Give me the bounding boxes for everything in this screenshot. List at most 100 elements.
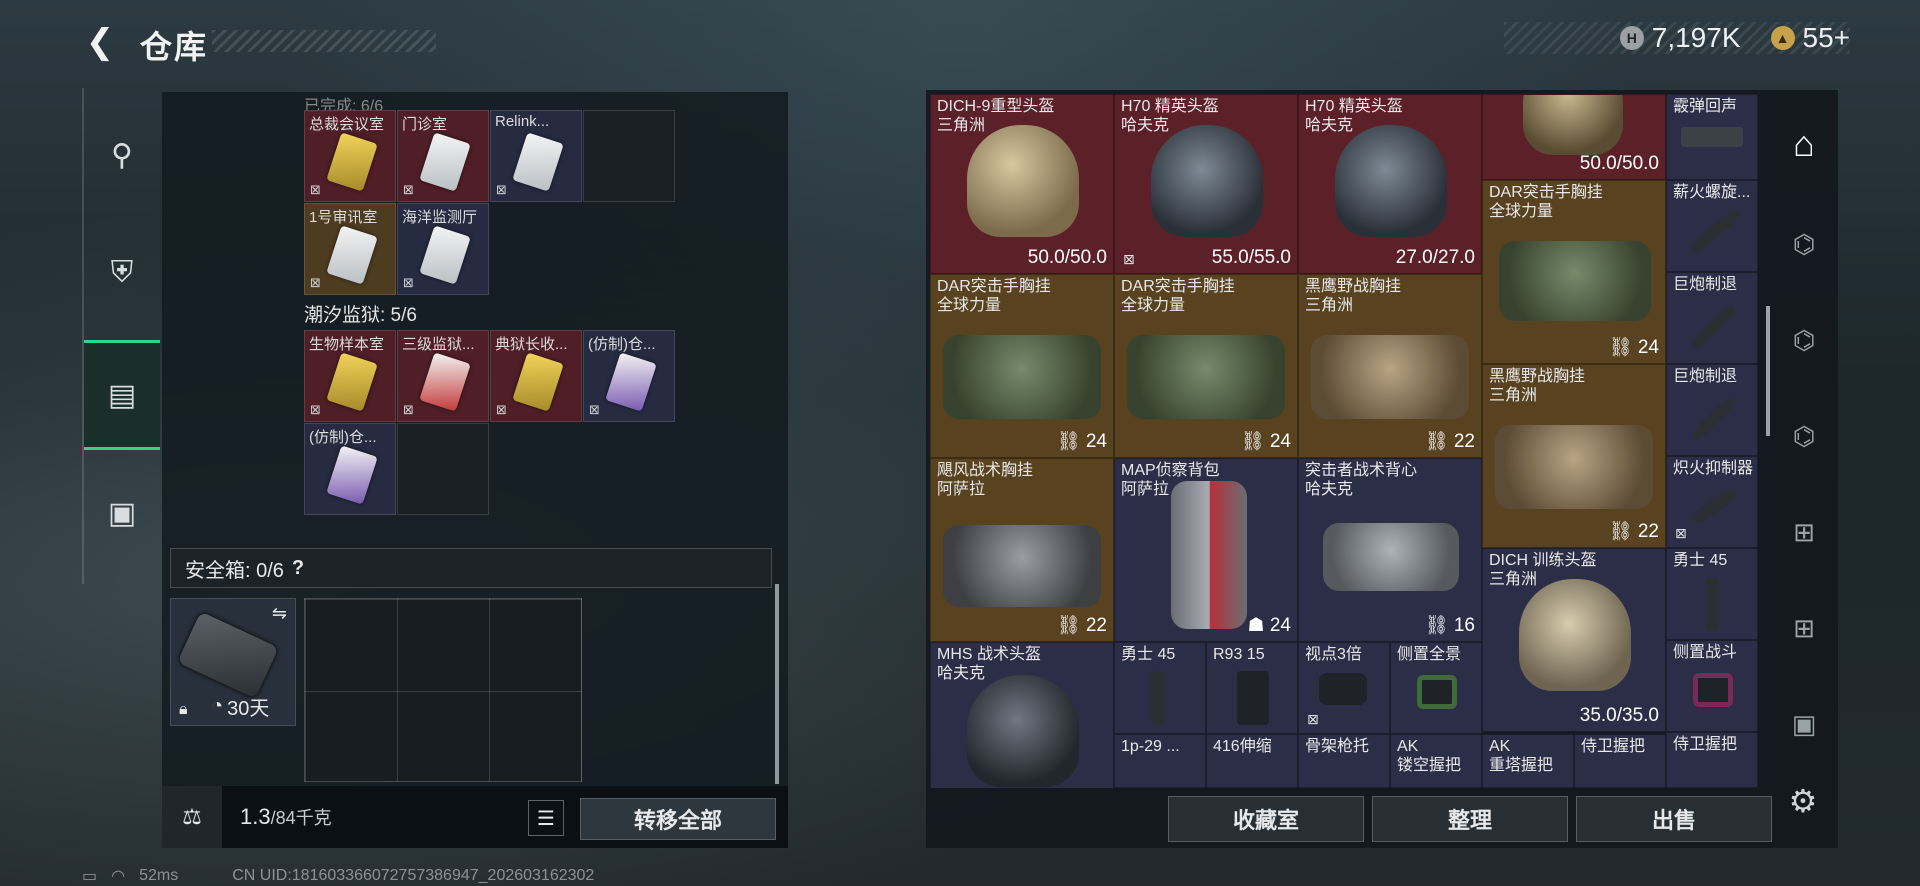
nav-keycards[interactable]: ▤ [84,340,160,450]
inventory-item[interactable]: 巨炮制退 [1666,272,1758,364]
keycard-cell[interactable]: (仿制)仓... ⊠ [583,330,675,422]
tab-add-2[interactable]: ⊞ [1772,578,1836,678]
keycard-cell[interactable]: 典狱长收... ⊠ [490,330,582,422]
keycard-cell[interactable]: 海洋监测厅 ⊠ [397,203,489,295]
currency-bar: H 7,197K ▲ 55+ [1504,22,1850,54]
list-view-button[interactable]: ☰ [528,800,564,836]
inventory-item[interactable]: DAR突击手胸挂 全球力量 ⛓ 24 [1482,180,1666,364]
tab-vest[interactable]: ⌬ [1772,386,1836,486]
lock-icon: 🔒︎ [179,701,188,718]
inventory-item[interactable]: 侍卫握把 [1666,732,1758,788]
tab-armor[interactable]: ⌬ [1772,290,1836,390]
inventory-item[interactable]: MAP侦察背包 阿萨拉 ☗ 24 [1114,458,1298,642]
group-header-cut: 已完成: 6/6 [304,98,384,112]
left-scrollbar[interactable] [775,584,779,784]
safe-box-item[interactable]: ⇋ 🔒︎ ◔ 30天 [170,598,296,726]
keycard-icon [419,352,471,412]
nav-equipment[interactable]: ⛨ [84,218,160,328]
durability: 50.0/50.0 [1027,247,1107,268]
keycard-cell[interactable]: Relink... ⊠ [490,110,582,202]
inventory-item[interactable]: 突击者战术背心 哈夫克 ⛓ 16 [1298,458,1482,642]
wifi-icon: ◠ [111,868,126,885]
inventory-item[interactable]: 骨架枪托 [1298,734,1390,788]
unlinked-icon: ⊠ [496,402,507,417]
help-icon[interactable]: ? [292,557,304,580]
keycard-icon [326,225,378,285]
durability: 27.0/27.0 [1395,247,1475,268]
item-name: 巨炮制退 [1673,276,1738,293]
safe-box-header: 安全箱: 0/6 ? [170,548,772,588]
keycard-icon [512,132,564,192]
capacity: ⛓ 24 [1056,431,1107,452]
vest-icon [1499,241,1651,321]
back-button[interactable]: ❮ [80,22,120,62]
nav-items[interactable]: ▣ [84,458,160,568]
weight-max: /84千克 [270,808,332,828]
inventory-item[interactable]: 侍卫握把 [1574,734,1666,788]
keycard-cell[interactable]: 门诊室 ⊠ [397,110,489,202]
tab-other[interactable]: ▣ [1772,674,1836,774]
nav-weapons[interactable]: ⚲ [84,100,160,210]
duration-text: 30天 [227,698,270,720]
inventory-item[interactable]: 巨炮制退 [1666,364,1758,456]
sort-button[interactable]: 整理 [1372,796,1568,842]
keycard-cell[interactable]: 1号审讯室 ⊠ [304,203,396,295]
inventory-item[interactable]: 侧置全景 [1390,642,1482,734]
inventory-item[interactable]: DICH 训练头盔 三角洲 35.0/35.0 [1482,548,1666,732]
inventory-item[interactable]: H70 精英头盔 哈夫克 ⊠ 55.0/55.0 [1114,94,1298,274]
keycard-cell[interactable]: 生物样本室 ⊠ [304,330,396,422]
tab-add-1[interactable]: ⊞ [1772,482,1836,582]
capacity: ⛓ 22 [1056,615,1107,636]
inventory-item[interactable]: 1p-29 ... [1114,734,1206,788]
armor-tab-icon: ⌬ [1792,228,1816,259]
item-name: 霰弹回声 [1673,98,1738,115]
inventory-item[interactable]: 黑鹰野战胸挂 三角洲 ⛓ 22 [1482,364,1666,548]
inventory-item[interactable]: 炽火抑制器 ⊠ [1666,456,1758,548]
inventory-item[interactable]: AK 重塔握把 [1482,734,1574,788]
inventory-item[interactable]: 黑鹰野战胸挂 三角洲 ⛓ 22 [1298,274,1482,458]
cell-label: (仿制)仓... [588,336,656,353]
durability: 50.0/50.0 [1579,153,1659,174]
action-bar: 收藏室 整理 出售 [1168,796,1772,842]
item-name: AK 镂空握把 [1397,738,1462,774]
user-uid: CN UID:181603366072757386947_20260316230… [232,867,595,884]
keycard-cell[interactable]: 三级监狱... ⊠ [397,330,489,422]
status-bar: ▭ ◠ 52ms CN UID:181603366072757386947_20… [82,866,594,886]
inventory-item[interactable]: 侧置战斗 [1666,640,1758,732]
safe-box-grid[interactable] [304,598,582,782]
tab-all[interactable]: ⌂ [1772,94,1836,194]
inventory-item[interactable]: DAR突击手胸挂 全球力量 ⛓ 24 [1114,274,1298,458]
item-name: 巨炮制退 [1673,368,1738,385]
item-name: 416伸缩 [1213,738,1272,755]
item-name: 1p-29 ... [1121,738,1180,755]
muzzle-icon [1688,394,1738,444]
swap-icon[interactable]: ⇋ [272,603,287,624]
settings-button[interactable]: ⚙ [1784,782,1822,820]
inventory-item[interactable]: 416伸缩 [1206,734,1298,788]
inventory-item[interactable]: MHS 战术头盔 哈夫克 [930,642,1114,788]
inventory-item[interactable]: 勇士 45 [1114,642,1206,734]
ticket-amount: 55+ [1802,22,1851,53]
inventory-item[interactable]: 飓风战术胸挂 阿萨拉 ⛓ 22 [930,458,1114,642]
helmet-icon [967,125,1079,237]
inventory-item[interactable]: R93 15 [1206,642,1298,734]
inventory-item[interactable]: 视点3倍 ⊠ [1298,642,1390,734]
sell-button[interactable]: 出售 [1576,796,1772,842]
tab-helmet[interactable]: ⌬ [1772,194,1836,294]
inventory-item[interactable]: 薪火螺旋... [1666,180,1758,272]
keycard-cell[interactable]: (仿制)仓... [304,423,396,515]
keycard-cell[interactable]: 总裁会议室 ⊠ [304,110,396,202]
inventory-item[interactable]: DICH-9重型头盔 三角洲 50.0/50.0 [930,94,1114,274]
inventory-item[interactable]: 勇士 45 [1666,548,1758,640]
inventory-item[interactable]: 50.0/50.0 [1482,94,1666,180]
armor-tab-icon: ⌬ [1792,324,1816,355]
ping: 52ms [139,867,179,884]
inventory-item[interactable]: H70 精英头盔 哈夫克 27.0/27.0 [1298,94,1482,274]
unlinked-icon: ⊠ [1675,525,1687,541]
inventory-item[interactable]: AK 镂空握把 [1390,734,1482,788]
inventory-item[interactable]: DAR突击手胸挂 全球力量 ⛓ 24 [930,274,1114,458]
transfer-all-button[interactable]: 转移全部 [580,798,776,840]
inventory-scrollbar[interactable] [1766,306,1770,436]
collection-button[interactable]: 收藏室 [1168,796,1364,842]
inventory-item[interactable]: 霰弹回声 [1666,94,1758,180]
